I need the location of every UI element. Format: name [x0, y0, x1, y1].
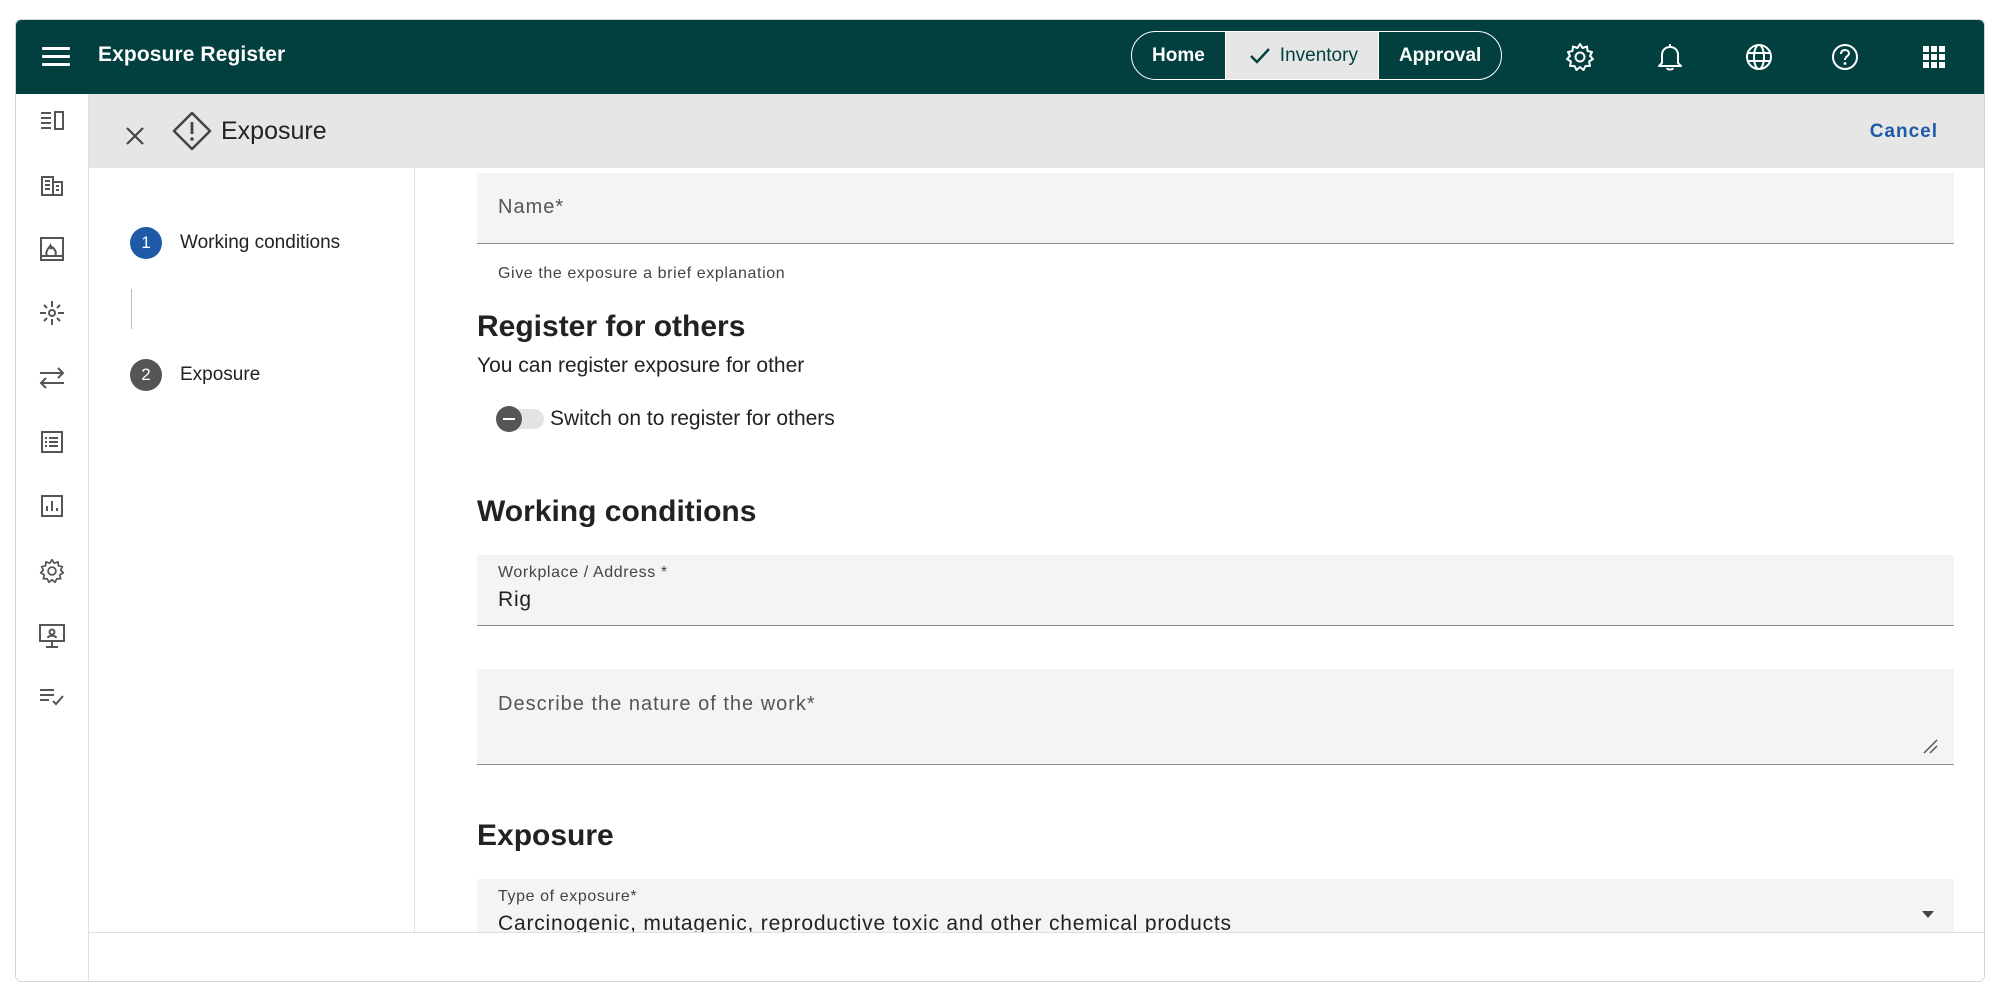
- chevron-down-icon[interactable]: [1922, 911, 1934, 918]
- register-others-subtitle: You can register exposure for other: [477, 354, 805, 377]
- settings-icon[interactable]: [37, 556, 67, 586]
- list-panel-icon[interactable]: [37, 105, 67, 135]
- work-nature-placeholder: Describe the nature of the work*: [498, 693, 816, 715]
- name-placeholder: Name*: [498, 196, 565, 218]
- nav-inventory-button[interactable]: Inventory: [1225, 32, 1378, 79]
- app-title: Exposure Register: [98, 43, 286, 66]
- step-exposure[interactable]: 2 Exposure: [130, 359, 260, 391]
- step-label: Working conditions: [180, 232, 341, 253]
- sparkle-icon[interactable]: [37, 298, 67, 328]
- presentation-icon[interactable]: [37, 621, 67, 651]
- workplace-label: Workplace / Address *: [498, 564, 668, 581]
- help-icon[interactable]: [1829, 41, 1861, 73]
- bell-icon[interactable]: [1654, 41, 1686, 73]
- name-helper-text: Give the exposure a brief explanation: [498, 265, 786, 282]
- side-rail: [16, 94, 89, 981]
- exposure-type-label: Type of exposure*: [498, 888, 638, 905]
- exposure-section-title: Exposure: [477, 819, 614, 852]
- settings-icon[interactable]: [1564, 41, 1596, 73]
- step-connector: [131, 289, 132, 329]
- bar-chart-icon[interactable]: [37, 491, 67, 521]
- workplace-address-field[interactable]: Workplace / Address * Rig: [477, 555, 1954, 626]
- working-conditions-title: Working conditions: [477, 495, 757, 528]
- work-nature-textarea[interactable]: Describe the nature of the work*: [477, 669, 1954, 765]
- exposure-form: Name* Give the exposure a brief explanat…: [477, 168, 1954, 934]
- check-icon: [1248, 46, 1272, 66]
- register-others-toggle[interactable]: Switch on to register for others: [496, 406, 835, 432]
- minus-icon: [496, 406, 522, 432]
- globe-icon[interactable]: [1743, 41, 1775, 73]
- step-label: Exposure: [180, 364, 261, 385]
- toggle-switch[interactable]: [496, 406, 544, 432]
- name-field[interactable]: Name*: [477, 173, 1954, 244]
- panel-title: Exposure: [221, 117, 327, 145]
- toggle-label: Switch on to register for others: [550, 407, 835, 430]
- list-check-icon[interactable]: [37, 682, 67, 712]
- top-bar: Exposure Register Home Inventory Approva…: [16, 20, 1984, 94]
- menu-icon[interactable]: [42, 47, 70, 67]
- exposure-type-select[interactable]: Type of exposure* Carcinogenic, mutageni…: [477, 879, 1954, 934]
- cancel-button[interactable]: Cancel: [1870, 121, 1938, 143]
- app-window: Exposure Register Home Inventory Approva…: [15, 19, 1985, 982]
- nav-approval-button[interactable]: Approval: [1377, 32, 1501, 79]
- step-number: 1: [130, 227, 162, 259]
- checklist-icon[interactable]: [37, 427, 67, 457]
- close-icon[interactable]: [123, 124, 147, 148]
- nav-inventory-label: Inventory: [1279, 44, 1358, 66]
- fire-image-icon[interactable]: [37, 234, 67, 264]
- register-others-title: Register for others: [477, 310, 746, 343]
- swap-arrows-icon[interactable]: [37, 363, 67, 393]
- progress-steps: 1 Working conditions 2 Exposure: [89, 168, 415, 934]
- workplace-value: Rig: [498, 588, 532, 611]
- buildings-icon[interactable]: [37, 169, 67, 199]
- apps-grid-icon[interactable]: [1918, 41, 1950, 73]
- main-nav: Home Inventory Approval: [1131, 31, 1503, 80]
- panel-header: Exposure Cancel: [89, 94, 1984, 168]
- exposure-type-value: Carcinogenic, mutagenic, reproductive to…: [498, 912, 1232, 934]
- footer-bar: [89, 932, 1984, 981]
- nav-home-button[interactable]: Home: [1132, 32, 1226, 79]
- resize-handle-icon[interactable]: [1922, 738, 1938, 754]
- warning-diamond-icon: [171, 110, 213, 152]
- step-working-conditions[interactable]: 1 Working conditions: [130, 227, 340, 259]
- step-number: 2: [130, 359, 162, 391]
